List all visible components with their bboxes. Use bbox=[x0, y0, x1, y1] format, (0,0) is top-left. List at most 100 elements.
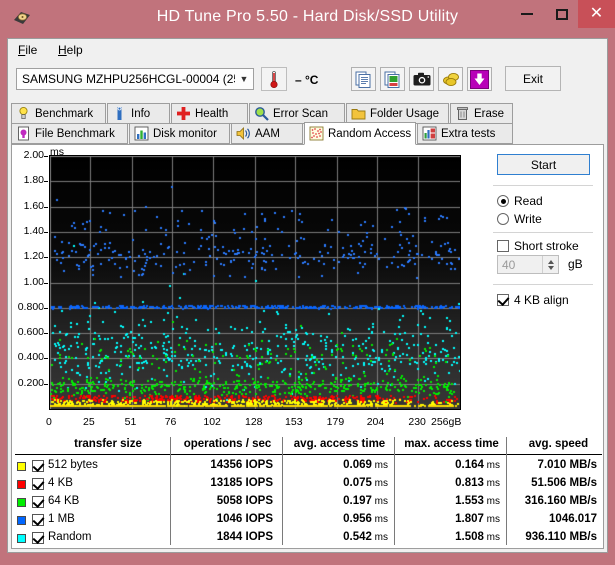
chart-y-tick-label: 2.00 bbox=[23, 149, 44, 161]
operations-per-sec-cell: 1046 IOPS bbox=[216, 513, 273, 525]
menu-item-help[interactable]: Help bbox=[53, 42, 88, 58]
chart-y-tick-label: 1.80 bbox=[23, 174, 44, 187]
coins-icon[interactable] bbox=[438, 67, 463, 91]
avg-speed-cell: 7.010 MB/s bbox=[537, 459, 597, 471]
copy-image-icon[interactable] bbox=[380, 67, 405, 91]
temperature-value: – °C bbox=[295, 73, 319, 87]
table-header: transfer size operations / sec avg. access… bbox=[15, 437, 602, 455]
table-row[interactable]: 1 MB 1046 IOPS 0.956 ms 1.807 ms 1046.017 bbox=[15, 511, 602, 529]
cell-unit: ms bbox=[371, 532, 388, 543]
menu-file-rest: ile bbox=[25, 43, 38, 57]
short-stroke-label: Short stroke bbox=[514, 239, 579, 253]
radio-read-icon bbox=[497, 195, 509, 207]
folder-icon bbox=[351, 106, 366, 121]
chart-y-tick bbox=[44, 383, 48, 385]
drive-select[interactable]: SAMSUNG MZHPU256HCGL-00004 (256 gB) ▼ bbox=[16, 68, 254, 90]
exit-button[interactable]: Exit bbox=[505, 66, 561, 91]
results-table: transfer size operations / sec avg. access… bbox=[15, 437, 602, 545]
tab-extra-tests[interactable]: Extra tests bbox=[417, 123, 513, 144]
table-row[interactable]: 64 KB 5058 IOPS 0.197 ms 1.553 ms 316.160 MB… bbox=[15, 493, 602, 511]
short-stroke-stepper[interactable]: 40 bbox=[497, 255, 559, 274]
chart-y-tick bbox=[44, 257, 48, 259]
maximize-icon bbox=[556, 8, 568, 20]
radio-read-label: Read bbox=[514, 194, 543, 208]
avg-speed-cell: 1046.017 bbox=[549, 513, 597, 525]
transfer-size-label: Random bbox=[48, 531, 92, 543]
table-row[interactable]: Random 1844 IOPS 0.542 ms 1.508 ms 936.110 M… bbox=[15, 529, 602, 547]
minimize-icon bbox=[521, 13, 533, 15]
close-icon: ✕ bbox=[589, 5, 604, 22]
chart-y-tick bbox=[44, 282, 48, 284]
transfer-size-label: 1 MB bbox=[48, 513, 75, 525]
checkbox-4kb-align[interactable]: 4 KB align bbox=[497, 293, 569, 307]
tab-health[interactable]: Health bbox=[171, 103, 248, 124]
radio-write-label: Write bbox=[514, 212, 542, 226]
stepper-arrows-icon[interactable] bbox=[542, 256, 558, 273]
camera-icon[interactable] bbox=[409, 67, 434, 91]
tab-error-scan[interactable]: Error Scan bbox=[249, 103, 345, 124]
lightbulb-icon bbox=[16, 106, 31, 121]
tab-random-access[interactable]: Random Access bbox=[304, 122, 416, 145]
toolbar: SAMSUNG MZHPU256HCGL-00004 (256 gB) ▼ – … bbox=[8, 61, 607, 103]
chart-y-tick-label: 0.200 bbox=[17, 376, 44, 389]
operations-per-sec-cell: 13185 IOPS bbox=[210, 477, 273, 489]
table-header-cell: transfer size bbox=[74, 438, 142, 450]
series-checkbox[interactable] bbox=[32, 460, 44, 472]
tab-label: AAM bbox=[255, 127, 280, 140]
tab-benchmark[interactable]: Benchmark bbox=[11, 103, 106, 124]
series-checkbox[interactable] bbox=[32, 478, 44, 490]
series-color-swatch bbox=[17, 480, 26, 489]
tab-aam[interactable]: AAM bbox=[231, 123, 303, 144]
tab-file-benchmark[interactable]: File Benchmark bbox=[11, 123, 128, 144]
chart-y-tick-label: 0.400 bbox=[17, 351, 44, 364]
tab-disk-monitor[interactable]: Disk monitor bbox=[129, 123, 230, 144]
radio-write-icon bbox=[497, 213, 509, 225]
checkbox-short-stroke[interactable]: Short stroke bbox=[497, 239, 579, 253]
avg-access-time-cell: 0.956 ms bbox=[343, 513, 388, 525]
series-color-swatch bbox=[17, 516, 26, 525]
series-checkbox[interactable] bbox=[32, 496, 44, 508]
chart-y-tick bbox=[44, 231, 48, 233]
tab-erase[interactable]: Erase bbox=[450, 103, 513, 124]
start-button[interactable]: Start bbox=[497, 154, 590, 175]
speaker-icon bbox=[236, 126, 251, 141]
chart-x-tick-label: 0 bbox=[46, 416, 52, 428]
maximize-button[interactable] bbox=[543, 0, 581, 28]
avg-access-time-cell: 0.075 ms bbox=[343, 477, 388, 489]
series-color-swatch bbox=[17, 498, 26, 507]
chart-x-tick-label: 128 bbox=[245, 416, 263, 428]
avg-speed-cell: 316.160 MB/s bbox=[524, 495, 597, 507]
divider-3 bbox=[493, 284, 593, 285]
table-column-separator bbox=[170, 437, 171, 545]
table-row[interactable]: 512 bytes 14356 IOPS 0.069 ms 0.164 ms 7.010… bbox=[15, 457, 602, 475]
thermometer-icon bbox=[261, 67, 287, 91]
radio-read[interactable]: Read bbox=[497, 194, 543, 208]
menu-help-rest: elp bbox=[66, 43, 83, 57]
copy-document-icon[interactable] bbox=[351, 67, 376, 91]
tab-label: Extra tests bbox=[441, 127, 496, 140]
series-checkbox[interactable] bbox=[32, 514, 44, 526]
chart-y-tick bbox=[44, 206, 48, 208]
random-access-chart: ms 0.200 0.400 0.600 0.800 1.00 1.20 1.40 1.60 1… bbox=[15, 146, 485, 434]
minimize-button[interactable] bbox=[508, 0, 546, 28]
avg-access-time-cell: 0.197 ms bbox=[343, 495, 388, 507]
cell-unit: ms bbox=[371, 496, 388, 507]
health-cross-icon bbox=[176, 106, 191, 121]
radio-write[interactable]: Write bbox=[497, 212, 542, 226]
table-column-separator bbox=[506, 437, 507, 545]
tab-folder-usage[interactable]: Folder Usage bbox=[346, 103, 449, 124]
download-arrow-icon[interactable] bbox=[467, 67, 492, 91]
series-color-swatch bbox=[17, 462, 26, 471]
tab-info[interactable]: Info bbox=[107, 103, 170, 124]
chart-x-axis: 0 25 51 76 102 128 153 179 204 230 256gB bbox=[46, 412, 463, 434]
max-access-time-cell: 0.164 ms bbox=[455, 459, 500, 471]
short-stroke-value: 40 bbox=[502, 257, 516, 272]
divider-2 bbox=[493, 232, 593, 233]
chart-y-axis: 0.200 0.400 0.600 0.800 1.00 1.20 1.40 1.60 1.80… bbox=[15, 148, 47, 433]
series-checkbox[interactable] bbox=[32, 532, 44, 544]
tab-label: Random Access bbox=[328, 127, 412, 140]
menu-item-file[interactable]: File bbox=[13, 42, 42, 58]
table-row[interactable]: 4 KB 13185 IOPS 0.075 ms 0.813 ms 51.506 MB/… bbox=[15, 475, 602, 493]
chart-x-tick-label: 256gB bbox=[431, 416, 462, 428]
close-button[interactable]: ✕ bbox=[578, 0, 615, 28]
